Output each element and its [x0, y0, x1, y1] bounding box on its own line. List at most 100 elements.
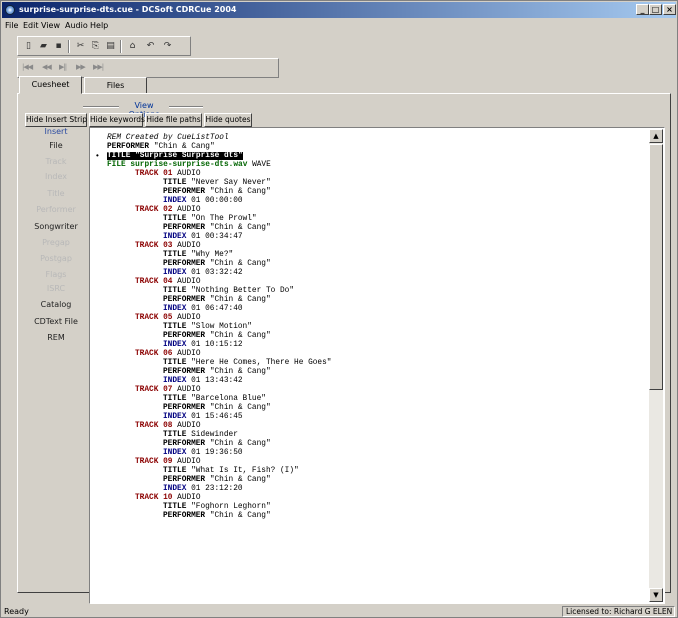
performer-line[interactable]: PERFORMER "Chin & Cang"	[163, 512, 271, 521]
index-line[interactable]: INDEX 01 19:36:50	[163, 449, 243, 458]
redo-icon[interactable]: ↷	[161, 40, 174, 52]
transport-toolbar: |◀◀ ◀◀ ▶|| ▶▶ ▶▶|	[17, 58, 279, 78]
insert-index-button[interactable]: Index	[25, 172, 87, 181]
performer-line[interactable]: PERFORMER "Chin & Cang"	[163, 188, 271, 197]
tab-files[interactable]: Files	[84, 77, 147, 94]
index-value: 01 19:36:50	[191, 449, 243, 457]
title-line[interactable]: TITLE Sidewinder	[163, 431, 238, 440]
cuesheet-editor[interactable]: REM Created by CueListTool PERFORMER "Chi…	[89, 127, 665, 604]
index-line[interactable]: INDEX 01 15:46:45	[163, 413, 243, 422]
hide-quotes-button[interactable]: Hide quotes	[204, 113, 252, 127]
keyword: TRACK	[135, 278, 159, 286]
title-line[interactable]: TITLE "Barcelona Blue"	[163, 395, 266, 404]
title-line-selected[interactable]: • TITLE "Surprise Surprise dts"	[95, 152, 243, 161]
insert-pregap-button[interactable]: Pregap	[25, 238, 87, 247]
performer-line[interactable]: PERFORMER "Chin & Cang"	[163, 404, 271, 413]
track-line[interactable]: TRACK 10 AUDIO	[135, 494, 201, 503]
copy-icon[interactable]: ⎘	[89, 40, 102, 52]
title-line[interactable]: TITLE "Why Me?"	[163, 251, 233, 260]
paste-icon[interactable]: ▤	[104, 40, 117, 52]
track-line[interactable]: TRACK 01 AUDIO	[135, 170, 201, 179]
index-line[interactable]: INDEX 01 23:12:20	[163, 485, 243, 494]
performer-line[interactable]: PERFORMER "Chin & Cang"	[163, 332, 271, 341]
rem-line[interactable]: REM Created by CueListTool	[107, 134, 229, 143]
track-performer: "Chin & Cang"	[209, 476, 271, 484]
insert-cdtext-file-button[interactable]: CDText File	[25, 317, 87, 326]
performer-line[interactable]: PERFORMER "Chin & Cang"	[163, 260, 271, 269]
performer-line[interactable]: PERFORMER "Chin & Cang"	[163, 440, 271, 449]
performer-line[interactable]: PERFORMER "Chin & Cang"	[163, 296, 271, 305]
close-button[interactable]: ×	[663, 4, 676, 15]
title-line[interactable]: TITLE "On The Prowl"	[163, 215, 257, 224]
track-line[interactable]: TRACK 04 AUDIO	[135, 278, 201, 287]
title-line[interactable]: TITLE "What Is It, Fish? (I)"	[163, 467, 299, 476]
title-line[interactable]: TITLE "Nothing Better To Do"	[163, 287, 294, 296]
scrollbar-thumb[interactable]	[649, 144, 663, 390]
track-line[interactable]: TRACK 05 AUDIO	[135, 314, 201, 323]
save-icon[interactable]: ▪	[52, 40, 65, 52]
index-line[interactable]: INDEX 01 10:15:12	[163, 341, 243, 350]
performer-line[interactable]: PERFORMER "Chin & Cang"	[107, 143, 215, 152]
performer-line[interactable]: PERFORMER "Chin & Cang"	[163, 224, 271, 233]
insert-title-button[interactable]: Title	[25, 189, 87, 198]
track-line[interactable]: TRACK 07 AUDIO	[135, 386, 201, 395]
open-folder-icon[interactable]: ▰	[37, 40, 50, 52]
keyword: PERFORMER	[163, 404, 206, 412]
tab-cuesheet[interactable]: Cuesheet	[19, 76, 82, 94]
skip-forward-icon[interactable]: ▶▶|	[93, 63, 104, 71]
title-line[interactable]: TITLE "Slow Motion"	[163, 323, 252, 332]
index-line[interactable]: INDEX 01 03:32:42	[163, 269, 243, 278]
title-line[interactable]: TITLE "Here He Comes, There He Goes"	[163, 359, 331, 368]
new-file-icon[interactable]: ▯	[22, 40, 35, 52]
menu-edit[interactable]: Edit	[23, 21, 39, 30]
performer-line[interactable]: PERFORMER "Chin & Cang"	[163, 368, 271, 377]
track-line[interactable]: TRACK 02 AUDIO	[135, 206, 201, 215]
track-type: AUDIO	[177, 494, 201, 502]
minimize-button[interactable]: _	[636, 4, 649, 15]
insert-songwriter-button[interactable]: Songwriter	[25, 222, 87, 231]
index-line[interactable]: INDEX 01 06:47:40	[163, 305, 243, 314]
insert-isrc-button[interactable]: ISRC	[25, 284, 87, 293]
title-line[interactable]: TITLE "Never Say Never"	[163, 179, 271, 188]
insert-catalog-button[interactable]: Catalog	[25, 300, 87, 309]
insert-flags-button[interactable]: Flags	[25, 270, 87, 279]
scroll-up-arrow-icon[interactable]: ▲	[649, 129, 663, 143]
properties-icon[interactable]: ⌂	[126, 40, 139, 52]
skip-back-icon[interactable]: |◀◀	[22, 63, 33, 71]
hide-insert-strip-button[interactable]: Hide Insert Strip	[25, 113, 87, 127]
track-number: 03	[163, 242, 173, 250]
title-bar[interactable]: surprise-surprise-dts.cue - DCSoft CDRCu…	[2, 2, 676, 18]
vertical-scrollbar[interactable]: ▲ ▼	[649, 129, 663, 602]
insert-file-button[interactable]: File	[25, 141, 87, 150]
rewind-icon[interactable]: ◀◀	[42, 63, 52, 71]
index-line[interactable]: INDEX 01 00:34:47	[163, 233, 243, 242]
track-line[interactable]: TRACK 06 AUDIO	[135, 350, 201, 359]
cut-icon[interactable]: ✂	[74, 40, 87, 52]
hide-file-paths-button[interactable]: Hide file paths	[145, 113, 202, 127]
insert-performer-button[interactable]: Performer	[25, 205, 87, 214]
menu-file[interactable]: File	[5, 21, 18, 30]
cuesheet-text-area[interactable]: REM Created by CueListTool PERFORMER "Chi…	[91, 129, 649, 602]
index-line[interactable]: INDEX 01 00:00:00	[163, 197, 243, 206]
insert-rem-button[interactable]: REM	[25, 333, 87, 342]
menu-help[interactable]: Help	[90, 21, 108, 30]
fast-forward-icon[interactable]: ▶▶	[76, 63, 86, 71]
track-line[interactable]: TRACK 03 AUDIO	[135, 242, 201, 251]
insert-track-button[interactable]: Track	[25, 157, 87, 166]
index-line[interactable]: INDEX 01 13:43:42	[163, 377, 243, 386]
menu-audio[interactable]: Audio	[65, 21, 88, 30]
hide-keywords-button[interactable]: Hide keywords	[89, 113, 145, 127]
maximize-button[interactable]: □	[649, 4, 662, 15]
scroll-down-arrow-icon[interactable]: ▼	[649, 588, 663, 602]
menu-view[interactable]: View	[41, 21, 60, 30]
track-line[interactable]: TRACK 09 AUDIO	[135, 458, 201, 467]
undo-icon[interactable]: ↶	[144, 40, 157, 52]
play-pause-icon[interactable]: ▶||	[59, 63, 67, 71]
track-title: "What Is It, Fish? (I)"	[191, 467, 299, 475]
keyword: TRACK	[135, 386, 159, 394]
performer-line[interactable]: PERFORMER "Chin & Cang"	[163, 476, 271, 485]
track-line[interactable]: TRACK 08 AUDIO	[135, 422, 201, 431]
insert-postgap-button[interactable]: Postgap	[25, 254, 87, 263]
title-line[interactable]: TITLE "Foghorn Leghorn"	[163, 503, 271, 512]
file-line[interactable]: FILE surprise-surprise-dts.wav WAVE	[107, 161, 271, 170]
